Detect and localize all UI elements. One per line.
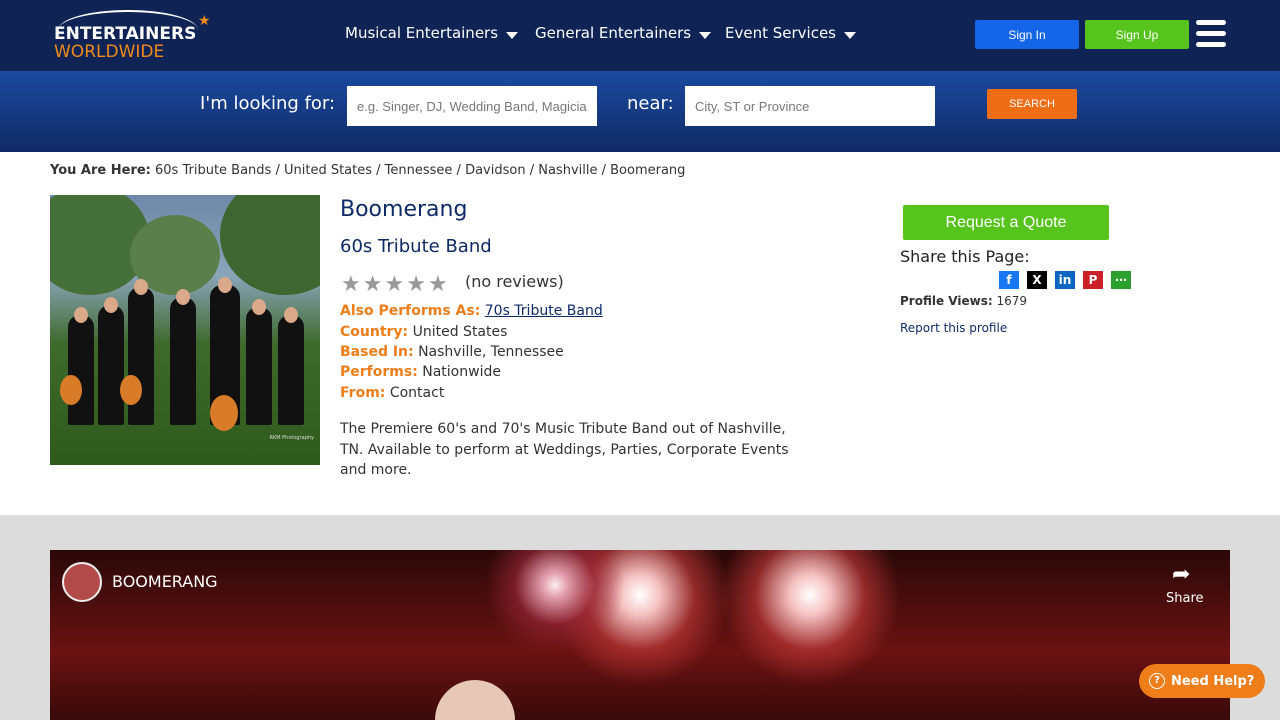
breadcrumb-separator: / [452, 163, 466, 178]
also-performs-link[interactable]: 70s Tribute Band [485, 303, 603, 319]
nav-label: General Entertainers [535, 24, 692, 42]
video-share-label[interactable]: Share [1166, 591, 1204, 606]
request-quote-button[interactable]: Request a Quote [903, 205, 1109, 240]
rating-stars: ★ ★ ★ ★ ★ [341, 274, 450, 296]
also-performs-label: Also Performs As: [340, 303, 481, 319]
need-help-label: Need Help? [1171, 673, 1255, 689]
report-profile-link[interactable]: Report this profile [900, 321, 1007, 335]
hamburger-icon[interactable] [1196, 20, 1226, 48]
nav-musical-entertainers[interactable]: Musical Entertainers [345, 24, 519, 42]
profile-views: Profile Views: 1679 [900, 294, 1027, 308]
performs-row: Performs: Nationwide [340, 364, 501, 380]
search-bar: I'm looking for: near: SEARCH [0, 71, 1280, 152]
share-arrow-icon[interactable]: ➦ [1172, 562, 1190, 587]
need-help-button[interactable]: ? Need Help? [1139, 664, 1265, 698]
question-icon: ? [1149, 673, 1165, 689]
nav-general-entertainers[interactable]: General Entertainers [535, 24, 712, 42]
reviews-count: (no reviews) [465, 272, 564, 291]
star-icon: ★ [384, 272, 405, 297]
pinterest-icon[interactable]: P [1083, 271, 1103, 289]
breadcrumb-separator: / [271, 163, 284, 178]
logo-line1: ENTERTAINERS [54, 24, 197, 44]
star-icon: ★ [341, 272, 361, 297]
country-value: United States [412, 324, 508, 340]
breadcrumb-current: Boomerang [610, 163, 686, 178]
video-player[interactable]: BOOMERANG ➦ Share [50, 550, 1230, 720]
profile-name: Boomerang [340, 197, 468, 222]
search-button[interactable]: SEARCH [987, 89, 1077, 119]
site-logo[interactable]: ★ ENTERTAINERS WORLDWIDE [52, 8, 212, 64]
chevron-down-icon [699, 31, 712, 39]
performs-label: Performs: [340, 364, 418, 380]
more-icon[interactable]: ⋯ [1111, 271, 1131, 289]
sign-up-button[interactable]: Sign Up [1085, 20, 1189, 49]
near-location-input[interactable] [685, 86, 935, 126]
top-navbar: ★ ENTERTAINERS WORLDWIDE Musical Enterta… [0, 0, 1280, 71]
star-icon: ★ [362, 272, 383, 297]
profile-description: The Premiere 60's and 70's Music Tribute… [340, 421, 789, 478]
breadcrumb-item[interactable]: Nashville [538, 163, 597, 178]
profile-photo[interactable]: RKM Photography [50, 195, 320, 465]
x-icon[interactable]: X [1027, 271, 1047, 289]
looking-for-input[interactable] [347, 86, 597, 126]
nav-event-services[interactable]: Event Services [725, 24, 856, 42]
nav-label: Event Services [725, 24, 836, 42]
social-share-buttons: f Xin P ⋯ [999, 271, 1139, 289]
looking-for-label: I'm looking for: [200, 93, 336, 114]
breadcrumb: You Are Here: 60s Tribute Bands / United… [50, 163, 685, 178]
breadcrumb-separator: / [525, 163, 539, 178]
video-frame-performer [435, 680, 515, 720]
from-label: From: [340, 385, 386, 401]
country-label: Country: [340, 324, 409, 340]
share-page-label: Share this Page: [900, 247, 1030, 266]
nav-label: Musical Entertainers [345, 24, 499, 42]
from-row: From: Contact [340, 385, 444, 401]
from-value: Contact [389, 385, 445, 401]
breadcrumb-prefix: You Are Here: [50, 163, 151, 178]
near-label: near: [627, 93, 674, 114]
star-icon: ★ [427, 272, 448, 297]
performs-value: Nationwide [422, 364, 501, 380]
sign-in-button[interactable]: Sign In [975, 20, 1079, 49]
profile-views-label: Profile Views: [900, 294, 993, 308]
profile-views-value: 1679 [996, 294, 1028, 308]
breadcrumb-item[interactable]: Davidson [465, 163, 526, 178]
also-performs-row: Also Performs As: 70s Tribute Band [340, 303, 603, 319]
star-icon: ★ [406, 272, 426, 297]
based-in-label: Based In: [340, 344, 414, 360]
chevron-down-icon [844, 31, 856, 39]
channel-avatar[interactable] [62, 562, 102, 602]
video-title[interactable]: BOOMERANG [112, 572, 218, 591]
facebook-icon[interactable]: f [999, 271, 1019, 289]
logo-line2: WORLDWIDE [54, 42, 165, 62]
breadcrumb-item[interactable]: 60s Tribute Bands [155, 163, 271, 178]
logo-star-icon: ★ [198, 13, 211, 29]
breadcrumb-item[interactable]: United States [284, 163, 372, 178]
profile-type: 60s Tribute Band [340, 236, 492, 257]
chevron-down-icon [506, 31, 519, 39]
breadcrumb-item[interactable]: Tennessee [385, 163, 453, 178]
based-in-value: Nashville, Tennessee [418, 344, 564, 360]
linkedin-icon[interactable]: in [1055, 271, 1075, 289]
country-row: Country: United States [340, 324, 507, 340]
breadcrumb-separator: / [372, 163, 385, 178]
breadcrumb-separator: / [597, 163, 611, 178]
based-in-row: Based In: Nashville, Tennessee [340, 344, 564, 360]
